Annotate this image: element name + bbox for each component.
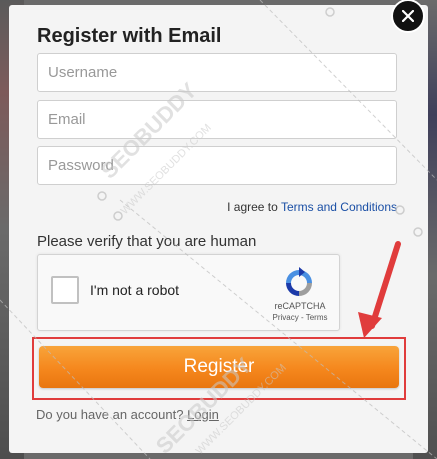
close-button[interactable] [391, 0, 425, 33]
terms-agreement: I agree to Terms and Conditions [227, 200, 397, 214]
annotation-arrow-icon [358, 241, 401, 338]
recaptcha-logo-icon [286, 267, 312, 296]
recaptcha-checkbox[interactable] [51, 276, 79, 304]
recaptcha-links: Privacy - Terms [262, 313, 338, 322]
password-input[interactable] [37, 146, 397, 185]
register-modal: Register with Email I agree to Terms and… [9, 0, 428, 453]
terms-link[interactable]: Terms and Conditions [281, 200, 397, 214]
recaptcha-terms-link[interactable]: Terms [306, 313, 328, 322]
login-prompt-text: Do you have an account? [36, 407, 188, 422]
username-input[interactable] [37, 53, 397, 92]
recaptcha-privacy-link[interactable]: Privacy [273, 313, 299, 322]
recaptcha-widget: I'm not a robot reCAPTCHA Privacy - Term… [37, 254, 340, 331]
verify-label: Please verify that you are human [37, 233, 257, 250]
recaptcha-brand: reCAPTCHA [274, 301, 326, 311]
register-button[interactable]: Register [39, 346, 399, 388]
close-icon [402, 10, 414, 22]
email-input[interactable] [37, 100, 397, 139]
recaptcha-label: I'm not a robot [90, 282, 180, 298]
recaptcha-links-separator: - [298, 313, 306, 322]
terms-prefix: I agree to [227, 200, 281, 214]
login-link[interactable]: Login [187, 407, 219, 422]
login-prompt: Do you have an account? Login [36, 407, 219, 422]
modal-title: Register with Email [37, 25, 222, 47]
